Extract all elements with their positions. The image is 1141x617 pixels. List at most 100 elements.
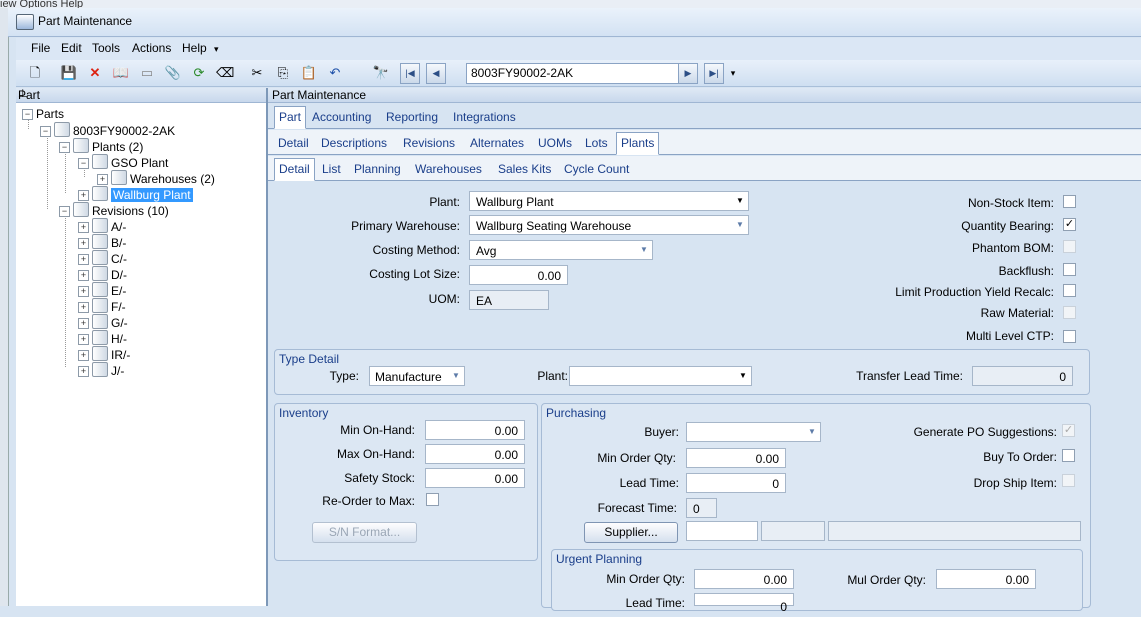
last-record-icon[interactable]: ▶|: [704, 63, 724, 84]
mul-order-qty-field[interactable]: 0.00: [936, 569, 1036, 589]
cut-icon[interactable]: ✂: [248, 64, 266, 82]
lead-time-field[interactable]: 0: [686, 473, 786, 493]
tree-node-warehouses[interactable]: + Warehouses (2): [97, 170, 215, 186]
type-plant-select[interactable]: ▼: [569, 366, 752, 386]
tab-plants[interactable]: Plants: [616, 132, 660, 155]
safety-stock-field[interactable]: 0.00: [425, 468, 525, 488]
costing-method-select[interactable]: Avg ▼: [469, 240, 653, 260]
tab-part[interactable]: Part: [274, 106, 307, 129]
primary-warehouse-select[interactable]: Wallburg Seating Warehouse ▼: [469, 215, 749, 235]
tree-node-part[interactable]: −8003FY90002-2AK: [40, 122, 175, 138]
toolbar-overflow-icon[interactable]: ▾: [724, 64, 742, 82]
paste-icon[interactable]: 📋: [300, 64, 318, 82]
tab-sales-kits[interactable]: Sales Kits: [494, 160, 555, 179]
tree-node-revision[interactable]: + H/-: [78, 330, 127, 346]
tab-lots[interactable]: Lots: [581, 134, 612, 153]
backflush-checkbox[interactable]: [1063, 263, 1076, 276]
search-icon[interactable]: 🔭: [372, 64, 390, 82]
pin-icon[interactable]: ⊥: [18, 87, 260, 100]
menu-tools[interactable]: Tools: [92, 41, 120, 55]
tab-alternates[interactable]: Alternates: [466, 134, 528, 153]
tab-reporting[interactable]: Reporting: [382, 108, 442, 127]
tab-integrations[interactable]: Integrations: [449, 108, 520, 127]
tab-descriptions[interactable]: Descriptions: [317, 134, 391, 153]
tree-node-revision[interactable]: + J/-: [78, 362, 124, 378]
tree-node-revision[interactable]: + A/-: [78, 218, 126, 234]
urgent-min-order-qty-field[interactable]: 0.00: [694, 569, 794, 589]
max-on-hand-field[interactable]: 0.00: [425, 444, 525, 464]
undo-icon[interactable]: ↶: [326, 64, 344, 82]
type-select[interactable]: Manufacture ▼: [369, 366, 465, 386]
tree-node-gso-plant[interactable]: − GSO Plant: [78, 154, 168, 170]
transfer-lead-time-field[interactable]: 0: [972, 366, 1073, 386]
supplier-name-field[interactable]: [828, 521, 1081, 541]
plant-select[interactable]: Wallburg Plant ▼: [469, 191, 749, 211]
tab-warehouses[interactable]: Warehouses: [411, 160, 486, 179]
multi-level-ctp-checkbox[interactable]: [1063, 330, 1076, 343]
previous-record-icon[interactable]: ◀: [426, 63, 446, 84]
menu-actions[interactable]: Actions: [132, 41, 171, 55]
tab-plant-detail[interactable]: Detail: [274, 158, 315, 181]
sn-format-button[interactable]: S/N Format...: [312, 522, 417, 543]
chevron-down-icon[interactable]: ▼: [636, 241, 652, 259]
phantom-bom-checkbox[interactable]: [1063, 240, 1076, 253]
tree-node-plants[interactable]: − Plants (2): [59, 138, 143, 154]
supplier-id-field[interactable]: [686, 521, 758, 541]
tree-node-parts[interactable]: − Parts: [22, 106, 64, 122]
uom-field[interactable]: EA: [469, 290, 549, 310]
tab-list[interactable]: List: [318, 160, 345, 179]
refresh-icon[interactable]: ⟳: [190, 64, 208, 82]
part-number-combo[interactable]: 8003FY90002-2AK ▼: [466, 63, 694, 84]
tab-planning[interactable]: Planning: [350, 160, 405, 179]
min-order-qty-field[interactable]: 0.00: [686, 448, 786, 468]
supplier-code-field[interactable]: [761, 521, 825, 541]
menu-help[interactable]: Help: [182, 41, 207, 55]
urgent-lead-time-field[interactable]: 0: [694, 593, 794, 614]
tab-cycle-count[interactable]: Cycle Count: [560, 160, 633, 179]
tree-node-revision[interactable]: + IR/-: [78, 346, 130, 362]
chevron-down-icon[interactable]: ▼: [448, 367, 464, 385]
next-record-icon[interactable]: ▶: [678, 63, 698, 84]
tab-detail[interactable]: Detail: [274, 134, 313, 153]
costing-lot-size-field[interactable]: 0.00: [469, 265, 568, 285]
first-record-icon[interactable]: |◀: [400, 63, 420, 84]
blank-doc-icon[interactable]: ▭: [138, 64, 156, 82]
quantity-bearing-checkbox[interactable]: ✓: [1063, 218, 1076, 231]
tree-node-revision[interactable]: + B/-: [78, 234, 126, 250]
supplier-button[interactable]: Supplier...: [584, 522, 678, 543]
save-icon[interactable]: 💾: [60, 64, 78, 82]
non-stock-checkbox[interactable]: [1063, 195, 1076, 208]
tab-uoms[interactable]: UOMs: [534, 134, 576, 153]
tree-node-revision[interactable]: + G/-: [78, 314, 128, 330]
book-icon[interactable]: 📖: [112, 64, 130, 82]
chevron-down-icon[interactable]: ▼: [804, 423, 820, 441]
chevron-down-icon[interactable]: ▼: [732, 192, 748, 210]
tree-node-revision[interactable]: + D/-: [78, 266, 127, 282]
reorder-to-max-checkbox[interactable]: [426, 493, 439, 506]
drop-ship-checkbox[interactable]: [1062, 474, 1075, 487]
chevron-down-icon[interactable]: ▼: [735, 367, 751, 385]
generate-po-checkbox[interactable]: ✓: [1062, 424, 1075, 437]
buyer-select[interactable]: ▼: [686, 422, 821, 442]
copy-icon[interactable]: ⎘: [274, 64, 292, 82]
buy-to-order-checkbox[interactable]: [1062, 449, 1075, 462]
tree-node-revision[interactable]: + E/-: [78, 282, 126, 298]
attachment-icon[interactable]: 📎: [164, 64, 182, 82]
min-on-hand-field[interactable]: 0.00: [425, 420, 525, 440]
menu-file[interactable]: File: [31, 41, 50, 55]
new-icon[interactable]: 🗋: [26, 64, 44, 82]
tab-revisions[interactable]: Revisions: [399, 134, 459, 153]
tree-node-revisions[interactable]: − Revisions (10): [59, 202, 169, 218]
tree-node-revision[interactable]: + F/-: [78, 298, 126, 314]
menu-overflow-icon[interactable]: ▾: [214, 44, 219, 55]
tree-node-revision[interactable]: + C/-: [78, 250, 127, 266]
forecast-time-field[interactable]: 0: [686, 498, 717, 518]
tree-node-wallburg-plant[interactable]: + Wallburg Plant: [78, 186, 193, 202]
delete-icon[interactable]: ✕: [86, 64, 104, 82]
clear-icon[interactable]: ⌫: [216, 64, 234, 82]
chevron-down-icon[interactable]: ▼: [732, 216, 748, 234]
menu-edit[interactable]: Edit: [61, 41, 82, 55]
raw-material-checkbox[interactable]: [1063, 306, 1076, 319]
limit-production-checkbox[interactable]: [1063, 284, 1076, 297]
tab-accounting[interactable]: Accounting: [308, 108, 375, 127]
